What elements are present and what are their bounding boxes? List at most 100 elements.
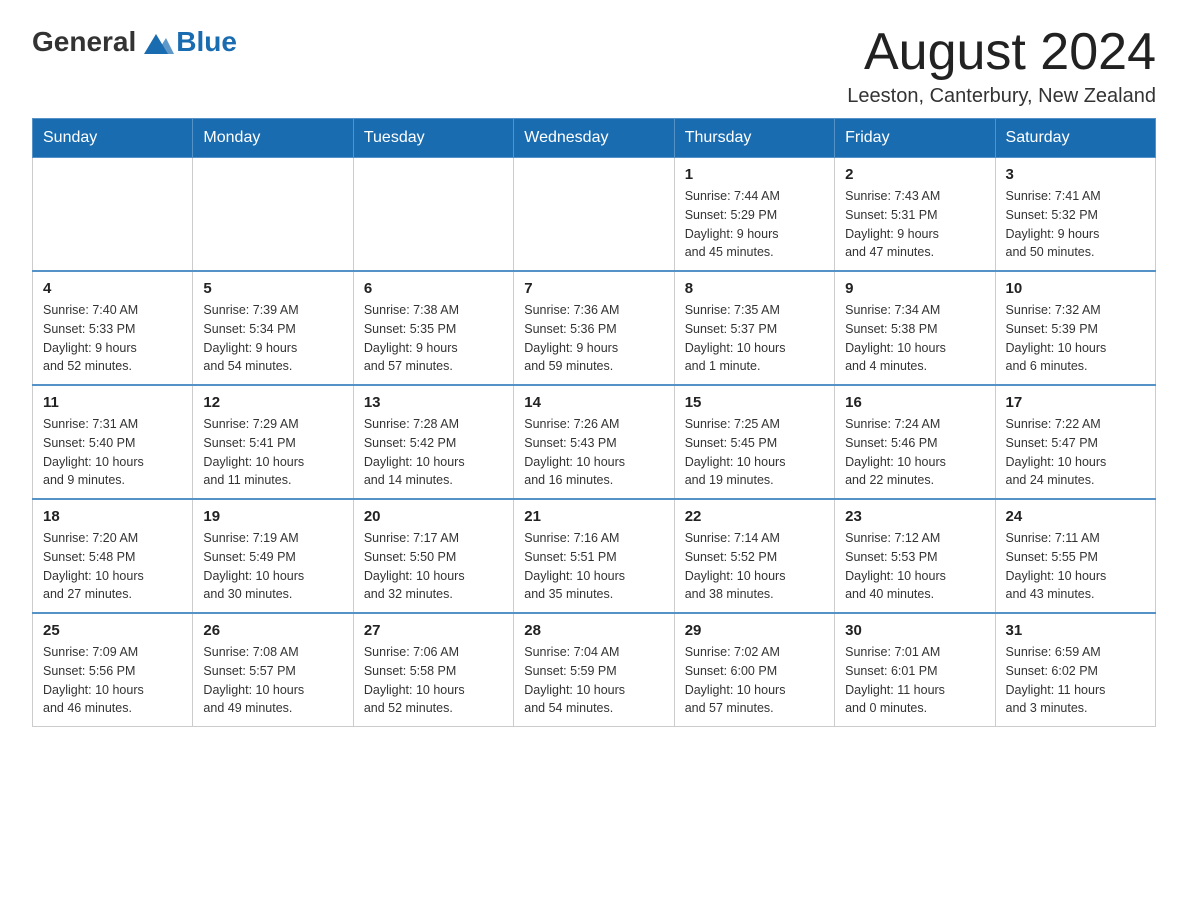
day-info: Sunrise: 7:08 AMSunset: 5:57 PMDaylight:…	[203, 643, 342, 718]
day-number: 27	[364, 622, 503, 639]
calendar-week-row: 18Sunrise: 7:20 AMSunset: 5:48 PMDayligh…	[33, 499, 1156, 613]
day-number: 19	[203, 508, 342, 525]
page-header: General Blue August 2024 Leeston, Canter…	[32, 24, 1156, 108]
day-info: Sunrise: 7:16 AMSunset: 5:51 PMDaylight:…	[524, 529, 663, 604]
calendar-cell: 14 Sunrise: 7:26 AMSunset: 5:43 PMDayligh…	[514, 385, 674, 499]
weekday-header-tuesday: Tuesday	[353, 119, 513, 158]
day-number: 25	[43, 622, 182, 639]
day-info: Sunrise: 7:35 AMSunset: 5:37 PMDaylight:…	[685, 301, 824, 376]
calendar-cell: 10 Sunrise: 7:32 AMSunset: 5:39 PMDayligh…	[995, 271, 1155, 385]
day-number: 31	[1006, 622, 1145, 639]
weekday-header-monday: Monday	[193, 119, 353, 158]
weekday-header-wednesday: Wednesday	[514, 119, 674, 158]
calendar-cell: 31 Sunrise: 6:59 AMSunset: 6:02 PMDayligh…	[995, 613, 1155, 727]
day-info: Sunrise: 7:01 AMSunset: 6:01 PMDaylight:…	[845, 643, 984, 718]
day-info: Sunrise: 7:20 AMSunset: 5:48 PMDaylight:…	[43, 529, 182, 604]
calendar-cell: 5 Sunrise: 7:39 AMSunset: 5:34 PMDaylight…	[193, 271, 353, 385]
weekday-header-friday: Friday	[835, 119, 995, 158]
day-number: 11	[43, 394, 182, 411]
day-info: Sunrise: 7:44 AMSunset: 5:29 PMDaylight:…	[685, 187, 824, 262]
day-number: 28	[524, 622, 663, 639]
day-number: 13	[364, 394, 503, 411]
logo-icon	[138, 26, 174, 62]
day-number: 15	[685, 394, 824, 411]
calendar-cell: 16Sunrise: 7:24 AMSunset: 5:46 PMDayligh…	[835, 385, 995, 499]
day-info: Sunrise: 7:43 AMSunset: 5:31 PMDaylight:…	[845, 187, 984, 262]
calendar-cell: 21 Sunrise: 7:16 AMSunset: 5:51 PMDayligh…	[514, 499, 674, 613]
day-number: 5	[203, 280, 342, 297]
calendar-week-row: 1 Sunrise: 7:44 AMSunset: 5:29 PMDaylight…	[33, 158, 1156, 272]
day-info: Sunrise: 7:11 AMSunset: 5:55 PMDaylight:…	[1006, 529, 1145, 604]
day-number: 22	[685, 508, 824, 525]
day-info: Sunrise: 7:39 AMSunset: 5:34 PMDaylight:…	[203, 301, 342, 376]
day-number: 12	[203, 394, 342, 411]
day-number: 1	[685, 166, 824, 183]
calendar-week-row: 4Sunrise: 7:40 AMSunset: 5:33 PMDaylight…	[33, 271, 1156, 385]
day-number: 20	[364, 508, 503, 525]
day-info: Sunrise: 7:40 AMSunset: 5:33 PMDaylight:…	[43, 301, 182, 376]
calendar-cell: 22 Sunrise: 7:14 AMSunset: 5:52 PMDayligh…	[674, 499, 834, 613]
weekday-header-saturday: Saturday	[995, 119, 1155, 158]
calendar-cell: 3Sunrise: 7:41 AMSunset: 5:32 PMDaylight…	[995, 158, 1155, 272]
day-number: 8	[685, 280, 824, 297]
calendar-week-row: 25 Sunrise: 7:09 AMSunset: 5:56 PMDayligh…	[33, 613, 1156, 727]
calendar-cell: 19 Sunrise: 7:19 AMSunset: 5:49 PMDayligh…	[193, 499, 353, 613]
day-info: Sunrise: 7:28 AMSunset: 5:42 PMDaylight:…	[364, 415, 503, 490]
calendar-cell: 6 Sunrise: 7:38 AMSunset: 5:35 PMDaylight…	[353, 271, 513, 385]
logo: General Blue	[32, 24, 237, 60]
calendar-cell: 8 Sunrise: 7:35 AMSunset: 5:37 PMDaylight…	[674, 271, 834, 385]
calendar-cell: 20 Sunrise: 7:17 AMSunset: 5:50 PMDayligh…	[353, 499, 513, 613]
day-number: 17	[1006, 394, 1145, 411]
day-number: 14	[524, 394, 663, 411]
title-block: August 2024 Leeston, Canterbury, New Zea…	[847, 24, 1156, 108]
day-info: Sunrise: 7:26 AMSunset: 5:43 PMDaylight:…	[524, 415, 663, 490]
page-subtitle: Leeston, Canterbury, New Zealand	[847, 85, 1156, 108]
day-number: 6	[364, 280, 503, 297]
day-info: Sunrise: 7:32 AMSunset: 5:39 PMDaylight:…	[1006, 301, 1145, 376]
weekday-header-row: SundayMondayTuesdayWednesdayThursdayFrid…	[33, 119, 1156, 158]
day-number: 7	[524, 280, 663, 297]
day-info: Sunrise: 7:31 AMSunset: 5:40 PMDaylight:…	[43, 415, 182, 490]
calendar-cell: 25 Sunrise: 7:09 AMSunset: 5:56 PMDayligh…	[33, 613, 193, 727]
calendar-cell: 23Sunrise: 7:12 AMSunset: 5:53 PMDayligh…	[835, 499, 995, 613]
weekday-header-sunday: Sunday	[33, 119, 193, 158]
day-number: 30	[845, 622, 984, 639]
calendar-cell: 11 Sunrise: 7:31 AMSunset: 5:40 PMDayligh…	[33, 385, 193, 499]
calendar-cell: 2 Sunrise: 7:43 AMSunset: 5:31 PMDaylight…	[835, 158, 995, 272]
calendar-cell: 4Sunrise: 7:40 AMSunset: 5:33 PMDaylight…	[33, 271, 193, 385]
day-info: Sunrise: 7:12 AMSunset: 5:53 PMDaylight:…	[845, 529, 984, 604]
day-info: Sunrise: 6:59 AMSunset: 6:02 PMDaylight:…	[1006, 643, 1145, 718]
calendar-cell: 12Sunrise: 7:29 AMSunset: 5:41 PMDayligh…	[193, 385, 353, 499]
day-info: Sunrise: 7:38 AMSunset: 5:35 PMDaylight:…	[364, 301, 503, 376]
day-number: 2	[845, 166, 984, 183]
day-info: Sunrise: 7:36 AMSunset: 5:36 PMDaylight:…	[524, 301, 663, 376]
day-info: Sunrise: 7:02 AMSunset: 6:00 PMDaylight:…	[685, 643, 824, 718]
calendar-cell: 26 Sunrise: 7:08 AMSunset: 5:57 PMDayligh…	[193, 613, 353, 727]
calendar-table: SundayMondayTuesdayWednesdayThursdayFrid…	[32, 118, 1156, 727]
day-info: Sunrise: 7:25 AMSunset: 5:45 PMDaylight:…	[685, 415, 824, 490]
calendar-cell	[514, 158, 674, 272]
day-number: 9	[845, 280, 984, 297]
calendar-cell	[353, 158, 513, 272]
calendar-cell: 9 Sunrise: 7:34 AMSunset: 5:38 PMDaylight…	[835, 271, 995, 385]
calendar-week-row: 11 Sunrise: 7:31 AMSunset: 5:40 PMDayligh…	[33, 385, 1156, 499]
day-info: Sunrise: 7:09 AMSunset: 5:56 PMDaylight:…	[43, 643, 182, 718]
day-info: Sunrise: 7:34 AMSunset: 5:38 PMDaylight:…	[845, 301, 984, 376]
day-number: 21	[524, 508, 663, 525]
calendar-cell	[33, 158, 193, 272]
day-number: 26	[203, 622, 342, 639]
calendar-cell: 18Sunrise: 7:20 AMSunset: 5:48 PMDayligh…	[33, 499, 193, 613]
calendar-cell: 17Sunrise: 7:22 AMSunset: 5:47 PMDayligh…	[995, 385, 1155, 499]
calendar-cell: 15 Sunrise: 7:25 AMSunset: 5:45 PMDayligh…	[674, 385, 834, 499]
calendar-cell: 28Sunrise: 7:04 AMSunset: 5:59 PMDayligh…	[514, 613, 674, 727]
day-info: Sunrise: 7:19 AMSunset: 5:49 PMDaylight:…	[203, 529, 342, 604]
calendar-cell: 30 Sunrise: 7:01 AMSunset: 6:01 PMDayligh…	[835, 613, 995, 727]
day-info: Sunrise: 7:24 AMSunset: 5:46 PMDaylight:…	[845, 415, 984, 490]
day-number: 10	[1006, 280, 1145, 297]
weekday-header-thursday: Thursday	[674, 119, 834, 158]
day-info: Sunrise: 7:17 AMSunset: 5:50 PMDaylight:…	[364, 529, 503, 604]
logo-general-text: General	[32, 26, 136, 58]
day-info: Sunrise: 7:14 AMSunset: 5:52 PMDaylight:…	[685, 529, 824, 604]
day-number: 24	[1006, 508, 1145, 525]
day-info: Sunrise: 7:06 AMSunset: 5:58 PMDaylight:…	[364, 643, 503, 718]
